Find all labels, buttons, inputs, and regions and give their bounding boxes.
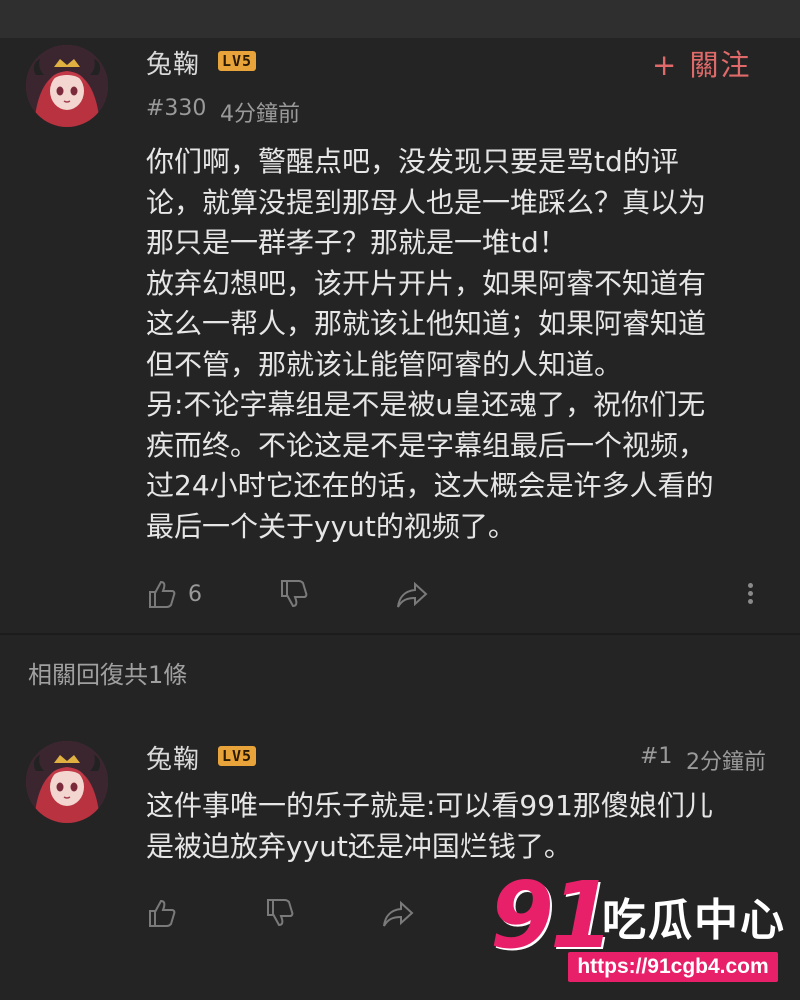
reply-time: 2分鐘前: [686, 750, 766, 775]
dislike-button[interactable]: [264, 897, 296, 929]
reply-text: 这件事唯一的乐子就是:可以看991那傻娘们儿 是被迫放弃yyut还是冲国烂钱了。: [146, 789, 713, 863]
avatar-image: [26, 741, 108, 823]
level-badge: LV5: [218, 746, 257, 766]
share-icon: [383, 900, 414, 927]
watermark-number: 91: [490, 862, 614, 969]
reply-item: 兔鞠 LV5 #1 2分鐘前 这件事唯一的乐子就是:可以看991那傻娘们儿 是被…: [0, 0, 800, 960]
thumbs-up-icon: [149, 899, 176, 927]
like-button[interactable]: [146, 897, 178, 929]
avatar[interactable]: [26, 741, 108, 823]
watermark-url: https://91cgb4.com: [568, 952, 778, 982]
watermark-title: 吃瓜中心: [602, 895, 786, 946]
reply-floor: #1: [640, 744, 673, 769]
thumbs-down-icon: [267, 899, 294, 927]
watermark-logo: 91 吃瓜中心 https://91cgb4.com: [490, 870, 790, 985]
share-button[interactable]: [381, 899, 415, 929]
username[interactable]: 兔鞠: [146, 739, 200, 776]
